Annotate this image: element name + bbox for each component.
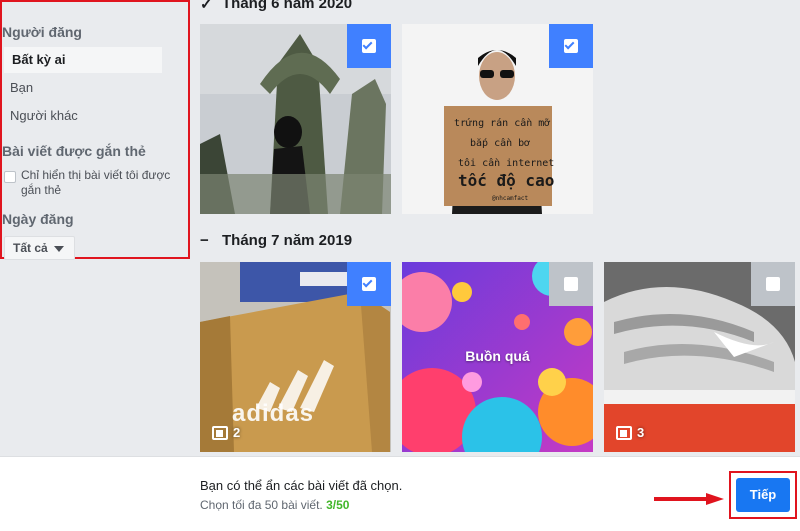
bag-brand-text: adidas [232, 400, 315, 427]
poster-heading: Người đăng [2, 24, 82, 40]
select-checkbox[interactable] [347, 24, 391, 68]
date-heading: Ngày đăng [2, 211, 74, 227]
photo-tile-3[interactable]: adidas 2 [200, 262, 391, 452]
check-icon [362, 39, 373, 50]
footer-limit-count: 3/50 [326, 498, 350, 512]
photo-count: 3 [616, 425, 644, 440]
sign-line-1: trứng rán cần mỡ [454, 118, 551, 129]
tagged-checkbox[interactable] [4, 171, 16, 183]
check-icon[interactable]: ✓ [200, 0, 213, 13]
photo-tile-4[interactable]: Buồn quá [402, 262, 593, 452]
footer-limit: Chọn tối đa 50 bài viết. 3/50 [200, 498, 349, 512]
date-select[interactable]: Tất cả [4, 236, 75, 260]
group-header-june-2020[interactable]: ✓ Tháng 6 năm 2020 [200, 0, 353, 13]
sign-line-3: tôi cần internet [458, 158, 555, 169]
group-title: Tháng 6 năm 2020 [222, 0, 353, 12]
sign-line-2: bắp cần bơ [470, 138, 531, 149]
filters-panel: Người đăng Bất kỳ ai Bạn Người khác Bài … [0, 0, 190, 260]
photo-count-value: 2 [233, 425, 241, 440]
select-checkbox[interactable] [347, 262, 391, 306]
photos-icon [616, 425, 632, 440]
poster-option-others[interactable]: Người khác [2, 103, 78, 129]
photo-tile-2[interactable]: trứng rán cần mỡ bắp cần bơ tôi cần inte… [402, 24, 593, 214]
photo-tile-1[interactable] [200, 24, 391, 214]
tagged-checkbox-label: Chỉ hiển thị bài viết tôi được gắn thẻ [21, 168, 171, 197]
poster-option-you[interactable]: Bạn [2, 75, 33, 101]
sign-handle: @nhcamfact [492, 195, 529, 202]
check-icon [362, 277, 373, 288]
poster-option-anyone[interactable]: Bất kỳ ai [4, 47, 162, 73]
photo-count-value: 3 [637, 425, 645, 440]
footer-message: Bạn có thể ẩn các bài viết đã chọn. [200, 478, 403, 493]
next-button[interactable]: Tiếp [736, 478, 790, 512]
group-header-july-2019[interactable]: − Tháng 7 năm 2019 [200, 232, 353, 249]
photo-tile-5[interactable]: 3 [604, 262, 795, 452]
photo-count: 2 [212, 425, 240, 440]
select-checkbox[interactable] [549, 262, 593, 306]
footer-bar: Bạn có thể ẩn các bài viết đã chọn. Chọn… [0, 456, 800, 531]
group-title: Tháng 7 năm 2019 [222, 232, 353, 249]
arrow-right-icon [654, 493, 724, 505]
check-icon [564, 39, 575, 50]
select-checkbox[interactable] [549, 24, 593, 68]
date-select-value: Tất cả [13, 241, 48, 255]
tagged-heading: Bài viết được gắn thẻ [2, 143, 146, 159]
next-highlight: Tiếp [729, 471, 797, 519]
photo-caption: Buồn quá [465, 348, 530, 364]
footer-limit-text: Chọn tối đa 50 bài viết. [200, 498, 323, 512]
caret-down-icon [54, 246, 64, 252]
select-checkbox[interactable] [751, 262, 795, 306]
sign-line-4: tốc độ cao [458, 171, 555, 190]
collapse-icon[interactable]: − [200, 232, 209, 249]
photos-icon [212, 425, 228, 440]
